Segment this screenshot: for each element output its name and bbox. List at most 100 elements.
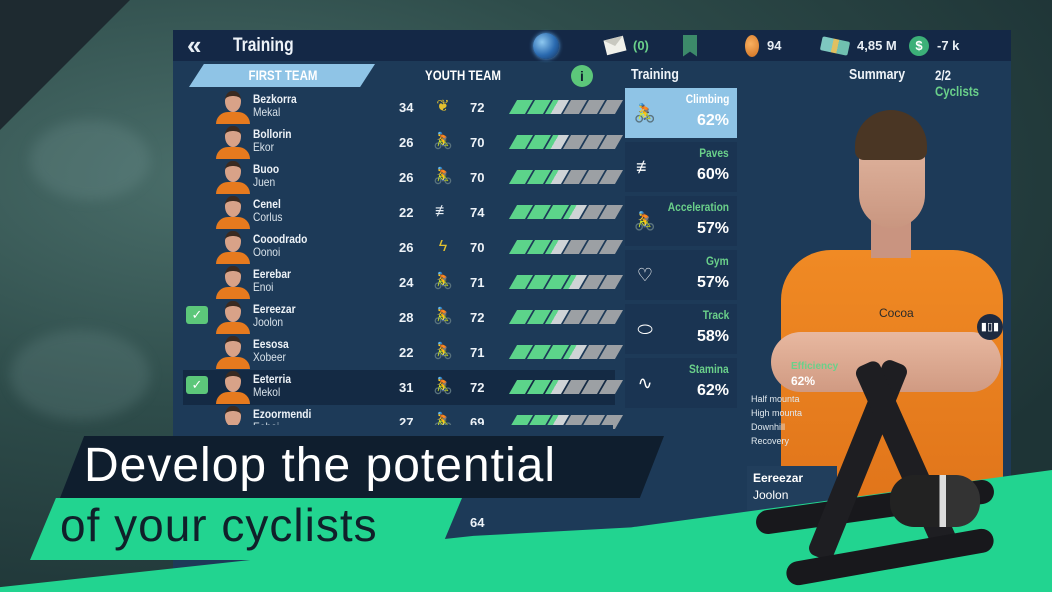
climber-icon: 🚴 (433, 273, 453, 290)
selected-count-value: 2/2 (935, 67, 951, 83)
stats-chart-button[interactable]: ▮▯▮ (977, 314, 1003, 340)
coin-icon (745, 34, 759, 57)
jersey-logo: Cocoa (879, 306, 914, 320)
training-skills: 🚴 Climbing 62% ≢ Paves 60% 🚴 Acceleration 57% ♡ Gy… (625, 88, 737, 412)
training-progress-bar (508, 380, 624, 394)
skill-acceleration[interactable]: 🚴 Acceleration 57% (625, 196, 737, 246)
dollar-icon: $ (909, 35, 929, 56)
cyclist-avatar (216, 266, 250, 299)
skill-value: 62% (696, 112, 729, 129)
table-row[interactable]: Eesosa Xobeer 22 🚴 71 (183, 335, 624, 370)
cyclist-first-name: Mekol (253, 385, 281, 399)
training-progress-bar (508, 135, 624, 149)
skill-climbing[interactable]: 🚴 Climbing 62% (625, 88, 737, 138)
cyclist-age: 34 (399, 100, 414, 115)
checkbox-checked-icon[interactable]: ✓ (186, 376, 208, 394)
cyclist-list: Bezkorra Mekal 34 ❦ 72 Bollorin Ekor 26 🚴 70 Buoo J… (183, 90, 624, 440)
training-progress-bar (508, 100, 624, 114)
overall-rating: 71 (470, 345, 485, 360)
cyclist-avatar (216, 231, 250, 264)
cyclist-avatar (216, 161, 250, 194)
time-trial-icon: 🚴 (433, 343, 453, 360)
table-row[interactable]: Buoo Juen 26 🚴 70 (183, 160, 624, 195)
objectives-button[interactable] (683, 30, 697, 61)
cyclist-first-name: Ekor (253, 140, 274, 154)
cyclist-age: 22 (399, 205, 414, 220)
mail-icon (603, 35, 627, 56)
overall-rating: 72 (470, 310, 485, 325)
table-row[interactable]: ✓ Eereezar Joolon 28 🚴 72 (183, 300, 624, 335)
overall-rating: 74 (470, 205, 485, 220)
cyclist-name: Eeterria Mekol (253, 373, 298, 399)
overall-rating: 64 (470, 515, 485, 530)
promo-banner-line2: of your cyclists (30, 498, 462, 560)
climber-icon: 🚴 (433, 168, 453, 185)
stamina-icon: ∿ (637, 373, 653, 393)
skill-label: Gym (706, 254, 729, 268)
skill-value: 58% (696, 328, 729, 345)
sprinter-lightning-icon: ϟ (438, 238, 448, 255)
cyclist-name: Cooodrado Oonoi (253, 233, 317, 259)
overall-rating: 71 (470, 275, 485, 290)
info-button[interactable]: i (571, 65, 593, 87)
table-row[interactable]: Cenel Corlus 22 ≢ 74 (183, 195, 624, 230)
leader-laurel-icon: ❦ (436, 98, 450, 115)
selected-count: 2/2 Cyclists (935, 67, 997, 99)
cyclist-avatar (216, 91, 250, 124)
tab-youth-team[interactable]: YOUTH TEAM (406, 67, 521, 83)
skill-label: Acceleration (667, 200, 729, 214)
cyclist-first-name: Joolon (253, 315, 284, 329)
training-progress-bar (508, 170, 624, 184)
cyclist-first-name: Mekal (253, 105, 281, 119)
coins: 94 (745, 30, 781, 61)
skill-stamina[interactable]: ∿ Stamina 62% (625, 358, 737, 408)
cyclist-age: 31 (399, 380, 414, 395)
table-row[interactable]: Eerebar Enoi 24 🚴 71 (183, 265, 624, 300)
climbing-icon: 🚴 (633, 103, 657, 123)
training-progress-bar (508, 205, 624, 219)
bike-trainer-image (754, 345, 996, 588)
skill-paves[interactable]: ≢ Paves 60% (625, 142, 737, 192)
cyclist-first-name: Corlus (253, 210, 283, 224)
cyclist-avatar (216, 126, 250, 159)
cyclist-avatar (216, 336, 250, 369)
overall-rating: 70 (470, 135, 485, 150)
table-row[interactable]: Bezkorra Mekal 34 ❦ 72 (183, 90, 624, 125)
budget: 4,85 M (819, 30, 897, 61)
messages[interactable]: (0) (603, 30, 649, 61)
team-tabs: FIRST TEAM YOUTH TEAM (173, 63, 613, 89)
overall-rating: 70 (470, 240, 485, 255)
promo-text-line2: of your cyclists (60, 499, 378, 551)
skill-track[interactable]: ⬭ Track 58% (625, 304, 737, 354)
checkbox-checked-icon[interactable]: ✓ (186, 306, 208, 324)
table-row[interactable]: ✓ Eeterria Mekol 31 🚴 72 (183, 370, 624, 405)
climber-icon: 🚴 (433, 133, 453, 150)
back-button[interactable]: « (187, 32, 213, 58)
skill-gym[interactable]: ♡ Gym 57% (625, 250, 737, 300)
bookmark-icon (683, 34, 697, 57)
climber-icon: 🚴 (433, 378, 453, 395)
tab-first-team[interactable]: FIRST TEAM (226, 67, 341, 83)
cyclist-avatar (216, 301, 250, 334)
money-bills-icon (819, 35, 851, 56)
skill-value: 60% (696, 166, 729, 183)
globe-icon[interactable] (533, 33, 559, 59)
cobbles-icon: ≢ (435, 203, 451, 220)
cyclist-first-name: Enoi (253, 280, 274, 294)
track-icon: ⬭ (637, 319, 653, 339)
overall-rating: 72 (470, 380, 485, 395)
table-row[interactable]: Bollorin Ekor 26 🚴 70 (183, 125, 624, 160)
cyclist-age: 22 (399, 345, 414, 360)
cyclist-age: 24 (399, 275, 414, 290)
cyclist-age: 28 (399, 310, 414, 325)
cyclist-first-name: Oonoi (253, 245, 281, 259)
table-row[interactable]: Cooodrado Oonoi 26 ϟ 70 (183, 230, 624, 265)
cyclist-name: Eerebar Enoi (253, 268, 298, 294)
cyclist-first-name: Juen (253, 175, 276, 189)
cyclist-avatar (216, 371, 250, 404)
messages-count: (0) (633, 38, 649, 53)
page-title: Training (233, 34, 294, 56)
skill-label: Track (702, 308, 729, 322)
cyclist-avatar (216, 196, 250, 229)
overall-rating: 70 (470, 170, 485, 185)
